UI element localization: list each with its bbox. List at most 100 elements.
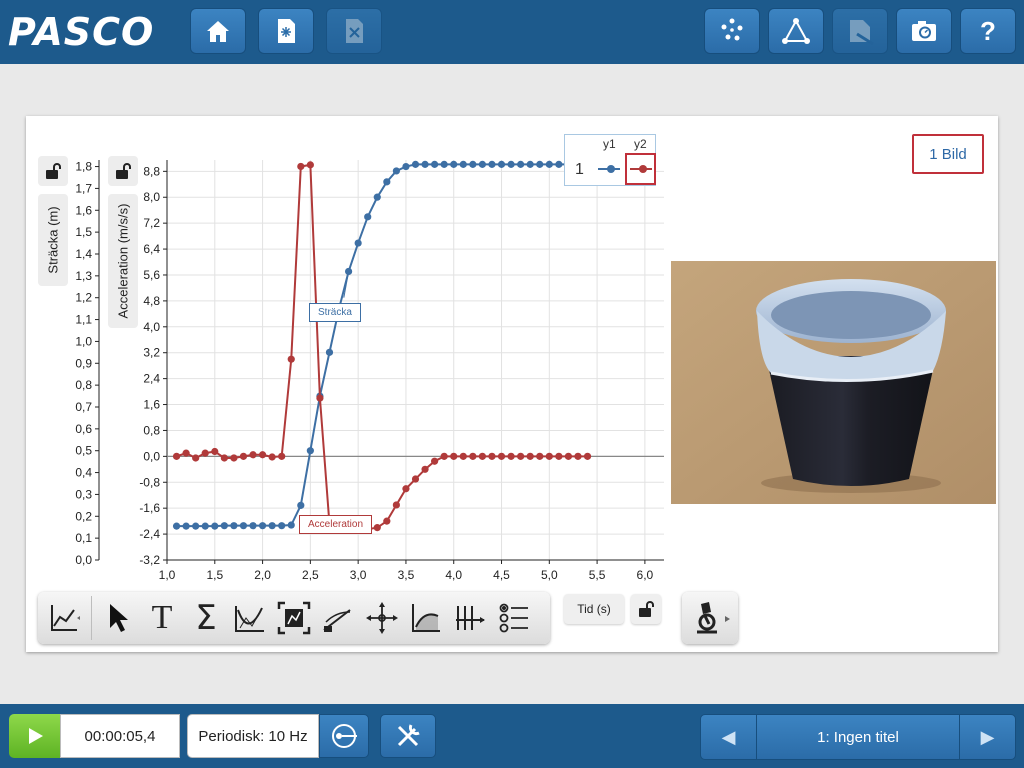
snapshot-button[interactable] — [896, 8, 952, 54]
curve-fit-tool[interactable] — [228, 596, 272, 640]
home-button[interactable] — [190, 8, 246, 54]
graph-tools-palette: T Σ — [38, 592, 550, 644]
x-tick-label: 6,0 — [637, 568, 654, 582]
data-point-y1 — [383, 178, 391, 186]
data-point-y1 — [268, 522, 276, 530]
data-point-y1 — [411, 160, 420, 168]
y2-axis-label[interactable]: Acceleration (m/s/s) — [108, 194, 138, 328]
top-toolbar: PASCO ? — [0, 0, 1024, 64]
data-point-y1 — [325, 348, 334, 356]
recording-conditions-button[interactable] — [319, 714, 369, 758]
help-button[interactable]: ? — [960, 8, 1016, 54]
scale-to-fit-tool[interactable] — [272, 596, 316, 640]
y1-tick-label: 1,2 — [75, 291, 92, 305]
y2-tick-label: -0,8 — [139, 475, 160, 489]
home-icon — [207, 21, 229, 42]
slope-tool[interactable] — [316, 596, 360, 640]
data-point-y2 — [201, 449, 209, 457]
data-point-y2 — [583, 452, 592, 460]
y1-axis-lock-button[interactable] — [38, 156, 68, 186]
legend-y1-marker[interactable] — [597, 163, 621, 175]
text-annotation-tool[interactable]: T — [140, 596, 184, 640]
hardware-setup-button[interactable] — [380, 714, 436, 758]
data-point-y1 — [354, 239, 362, 247]
data-point-y2 — [182, 449, 190, 457]
data-point-y2 — [316, 394, 324, 402]
y1-tick-label: 0,4 — [75, 466, 92, 480]
x-axis-label[interactable]: Tid (s) — [564, 594, 624, 624]
y1-tick-label: 0,9 — [75, 356, 92, 370]
data-summary-button[interactable] — [704, 8, 760, 54]
arrow-right-icon: ▶ — [980, 726, 995, 747]
y1-tick-label: 0,0 — [75, 553, 92, 567]
previous-page-button[interactable]: ◀ — [701, 715, 757, 759]
data-point-y2 — [239, 452, 248, 460]
graph-display: 1,0 1,5 2,0 2,5 3,0 3,5 4,0 4,5 5,0 5,5 6,0 -3,2 -2,… — [26, 116, 998, 652]
y1-axis-label[interactable]: Sträcka (m) — [38, 194, 68, 286]
y1-tick-label: 0,1 — [75, 531, 92, 545]
journal-icon — [850, 20, 874, 46]
y2-run-annotation[interactable]: Acceleration — [299, 515, 373, 534]
new-experiment-button[interactable] — [258, 8, 314, 54]
data-point-y2 — [469, 452, 477, 460]
x-tick-label: 4,5 — [493, 568, 510, 582]
trash-bin-photo — [671, 261, 996, 504]
close-document-icon — [346, 19, 363, 43]
data-point-y2 — [258, 451, 267, 459]
data-point-y2 — [574, 452, 582, 460]
graph-type-button[interactable] — [38, 596, 92, 640]
y2-tick-label: 8,8 — [143, 164, 160, 178]
data-point-y1 — [364, 213, 372, 221]
unlock-icon — [639, 601, 654, 617]
y2-axis-lock-button[interactable] — [108, 156, 138, 186]
data-point-y2 — [306, 161, 314, 169]
data-point-y1 — [402, 162, 410, 171]
image-display — [671, 261, 996, 504]
coordinates-tool[interactable] — [360, 596, 404, 640]
y1-tick-label: 1,3 — [75, 269, 92, 283]
x-tick-label: 2,0 — [254, 568, 271, 582]
close-experiment-button[interactable] — [326, 8, 382, 54]
image-select-button[interactable]: 1 Bild — [912, 134, 984, 174]
data-point-y1 — [258, 522, 267, 530]
y1-tick-label: 0,7 — [75, 400, 92, 414]
x-tick-label: 3,0 — [350, 568, 367, 582]
data-point-y2 — [392, 501, 400, 509]
y1-run-annotation[interactable]: Sträcka — [309, 303, 361, 322]
data-point-y1 — [497, 160, 506, 168]
select-pointer-tool[interactable] — [96, 596, 140, 640]
statistics-tool[interactable]: Σ — [184, 596, 228, 640]
x-axis-lock-button[interactable] — [631, 594, 661, 624]
add-axis-tool[interactable] — [448, 596, 492, 640]
x-tick-label: 3,5 — [398, 568, 415, 582]
run-select-tool[interactable] — [492, 596, 536, 640]
data-point-y1 — [421, 160, 429, 168]
legend-y2-header: y2 — [634, 137, 647, 151]
start-recording-button[interactable] — [9, 714, 60, 758]
y2-tick-label: 0,8 — [143, 423, 160, 437]
data-point-y2 — [268, 453, 276, 461]
area-tool[interactable] — [404, 596, 448, 640]
y2-tick-label: -1,6 — [139, 501, 160, 515]
next-page-button[interactable]: ▶ — [959, 715, 1015, 759]
data-point-y2 — [545, 452, 553, 460]
legend-y2-selected[interactable] — [625, 153, 656, 185]
y2-tick-label: 1,6 — [143, 398, 160, 412]
legend-run-number: 1 — [575, 161, 584, 178]
data-point-y1 — [182, 522, 190, 530]
text-annotation-icon: T — [151, 599, 173, 636]
data-point-y1 — [278, 522, 286, 530]
sampling-rate-display[interactable]: Periodisk: 10 Hz — [187, 714, 319, 758]
data-point-y2 — [278, 452, 286, 460]
y1-tick-label: 1,0 — [75, 334, 92, 348]
page-title[interactable]: 1: Ingen titel — [758, 715, 958, 759]
calculator-button[interactable] — [768, 8, 824, 54]
legend-y2-marker — [630, 165, 652, 173]
display-select-button[interactable] — [682, 592, 738, 644]
pasco-logo: PASCO — [8, 10, 155, 54]
x-tick-label: 5,0 — [541, 568, 558, 582]
series-line-y1 — [176, 163, 588, 528]
data-point-y1 — [297, 501, 305, 509]
graph-legend[interactable]: y1 y2 1 — [564, 134, 656, 186]
journal-button[interactable] — [832, 8, 888, 54]
